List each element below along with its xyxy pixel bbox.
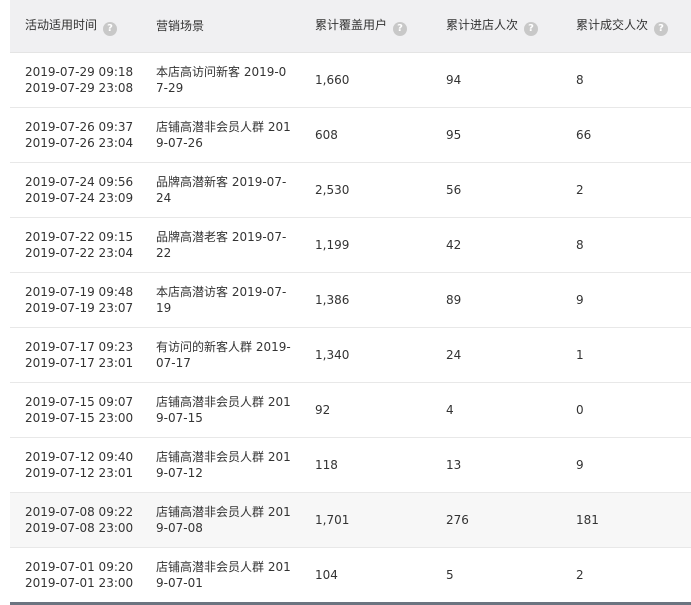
cell-marketing-scene: 本店高访问新客 2019-07-29	[156, 64, 287, 95]
table-header-row: 活动适用时间? 营销场景 累计覆盖用户? 累计进店人次? 累计成交人次?	[10, 0, 691, 53]
table-row: 2019-07-24 09:56 2019-07-24 23:09 品牌高潜新客 2…	[10, 162, 691, 217]
cell-activity-time: 2019-07-26 09:37 2019-07-26 23:04	[10, 107, 141, 162]
end-time: 2019-07-19 23:07	[25, 300, 134, 315]
table-row: 2019-07-08 09:22 2019-07-08 23:00 店铺高潜非会员人…	[10, 492, 691, 547]
cell-store-visits: 24	[446, 347, 462, 362]
cell-store-visits: 276	[446, 512, 469, 527]
cell-marketing-scene: 店铺高潜非会员人群 2019-07-15	[156, 394, 291, 425]
cell-activity-time: 2019-07-08 09:22 2019-07-08 23:00	[10, 492, 141, 547]
end-time: 2019-07-01 23:00	[25, 575, 134, 590]
start-time: 2019-07-12 09:40	[25, 449, 134, 464]
cell-activity-time: 2019-07-01 09:20 2019-07-01 23:00	[10, 547, 141, 602]
table-row: 2019-07-17 09:23 2019-07-17 23:01 有访问的新客人群…	[10, 327, 691, 382]
table-row: 2019-07-12 09:40 2019-07-12 23:01 店铺高潜非会员人…	[10, 437, 691, 492]
help-icon[interactable]: ?	[393, 21, 408, 36]
header-label: 累计进店人次	[446, 17, 519, 32]
cell-covered-users: 2,530	[315, 182, 350, 197]
cell-activity-time: 2019-07-29 09:18 2019-07-29 23:08	[10, 52, 141, 107]
end-time: 2019-07-29 23:08	[25, 80, 134, 95]
table-row: 2019-07-15 09:07 2019-07-15 23:00 店铺高潜非会员人…	[10, 382, 691, 437]
header-deals: 累计成交人次?	[561, 0, 691, 53]
cell-store-visits: 95	[446, 127, 462, 142]
cell-marketing-scene: 有访问的新客人群 2019-07-17	[156, 339, 291, 370]
cell-covered-users: 1,199	[315, 237, 350, 252]
cell-deals: 181	[576, 512, 599, 527]
header-label: 活动适用时间	[25, 17, 98, 32]
header-label: 累计成交人次	[576, 17, 649, 32]
cell-deals: 2	[576, 182, 584, 197]
table-body: 2019-07-29 09:18 2019-07-29 23:08 本店高访问新客 …	[10, 52, 691, 602]
cell-store-visits: 89	[446, 292, 462, 307]
cell-marketing-scene: 品牌高潜老客 2019-07-22	[156, 229, 287, 260]
header-covered-users: 累计覆盖用户?	[300, 0, 431, 53]
end-time: 2019-07-24 23:09	[25, 190, 134, 205]
cell-deals: 9	[576, 292, 584, 307]
cell-store-visits: 42	[446, 237, 462, 252]
help-icon[interactable]: ?	[524, 21, 539, 36]
end-time: 2019-07-15 23:00	[25, 410, 134, 425]
cell-covered-users: 608	[315, 127, 338, 142]
cell-covered-users: 1,701	[315, 512, 350, 527]
table-row: 2019-07-29 09:18 2019-07-29 23:08 本店高访问新客 …	[10, 52, 691, 107]
help-icon[interactable]: ?	[654, 21, 669, 36]
cell-covered-users: 104	[315, 567, 338, 582]
start-time: 2019-07-15 09:07	[25, 394, 134, 409]
start-time: 2019-07-17 09:23	[25, 339, 134, 354]
end-time: 2019-07-12 23:01	[25, 465, 134, 480]
start-time: 2019-07-01 09:20	[25, 559, 134, 574]
cell-covered-users: 1,660	[315, 72, 350, 87]
start-time: 2019-07-08 09:22	[25, 504, 134, 519]
cell-marketing-scene: 本店高潜访客 2019-07-19	[156, 284, 287, 315]
cell-marketing-scene: 店铺高潜非会员人群 2019-07-26	[156, 119, 291, 150]
header-store-visits: 累计进店人次?	[431, 0, 561, 53]
end-time: 2019-07-08 23:00	[25, 520, 134, 535]
cell-activity-time: 2019-07-24 09:56 2019-07-24 23:09	[10, 162, 141, 217]
end-time: 2019-07-26 23:04	[25, 135, 134, 150]
start-time: 2019-07-26 09:37	[25, 119, 134, 134]
cell-store-visits: 5	[446, 567, 454, 582]
cell-store-visits: 94	[446, 72, 462, 87]
cell-deals: 8	[576, 72, 584, 87]
cell-covered-users: 92	[315, 402, 331, 417]
cell-deals: 2	[576, 567, 584, 582]
start-time: 2019-07-22 09:15	[25, 229, 134, 244]
cell-activity-time: 2019-07-15 09:07 2019-07-15 23:00	[10, 382, 141, 437]
cell-activity-time: 2019-07-22 09:15 2019-07-22 23:04	[10, 217, 141, 272]
cell-covered-users: 118	[315, 457, 338, 472]
start-time: 2019-07-24 09:56	[25, 174, 134, 189]
cell-deals: 1	[576, 347, 584, 362]
cell-deals: 0	[576, 402, 584, 417]
cell-activity-time: 2019-07-17 09:23 2019-07-17 23:01	[10, 327, 141, 382]
cell-store-visits: 4	[446, 402, 454, 417]
table-row: 2019-07-22 09:15 2019-07-22 23:04 品牌高潜老客 2…	[10, 217, 691, 272]
table-row: 2019-07-01 09:20 2019-07-01 23:00 店铺高潜非会员人…	[10, 547, 691, 602]
cell-activity-time: 2019-07-12 09:40 2019-07-12 23:01	[10, 437, 141, 492]
cell-deals: 8	[576, 237, 584, 252]
campaign-stats-panel: 活动适用时间? 营销场景 累计覆盖用户? 累计进店人次? 累计成交人次? 201…	[10, 0, 691, 605]
cell-covered-users: 1,340	[315, 347, 350, 362]
cell-activity-time: 2019-07-19 09:48 2019-07-19 23:07	[10, 272, 141, 327]
cell-marketing-scene: 店铺高潜非会员人群 2019-07-01	[156, 559, 291, 590]
cell-marketing-scene: 品牌高潜新客 2019-07-24	[156, 174, 287, 205]
cell-marketing-scene: 店铺高潜非会员人群 2019-07-08	[156, 504, 291, 535]
header-label: 营销场景	[156, 19, 205, 34]
help-icon[interactable]: ?	[103, 21, 118, 36]
campaign-stats-table: 活动适用时间? 营销场景 累计覆盖用户? 累计进店人次? 累计成交人次? 201…	[10, 0, 691, 603]
cell-deals: 9	[576, 457, 584, 472]
header-marketing-scene: 营销场景	[141, 0, 300, 53]
table-row: 2019-07-19 09:48 2019-07-19 23:07 本店高潜访客 2…	[10, 272, 691, 327]
start-time: 2019-07-29 09:18	[25, 64, 134, 79]
end-time: 2019-07-17 23:01	[25, 355, 134, 370]
header-activity-time: 活动适用时间?	[10, 0, 141, 53]
table-row: 2019-07-26 09:37 2019-07-26 23:04 店铺高潜非会员人…	[10, 107, 691, 162]
cell-marketing-scene: 店铺高潜非会员人群 2019-07-12	[156, 449, 291, 480]
header-label: 累计覆盖用户	[315, 17, 388, 32]
end-time: 2019-07-22 23:04	[25, 245, 134, 260]
cell-store-visits: 13	[446, 457, 462, 472]
cell-deals: 66	[576, 127, 592, 142]
cell-store-visits: 56	[446, 182, 462, 197]
start-time: 2019-07-19 09:48	[25, 284, 134, 299]
cell-covered-users: 1,386	[315, 292, 350, 307]
